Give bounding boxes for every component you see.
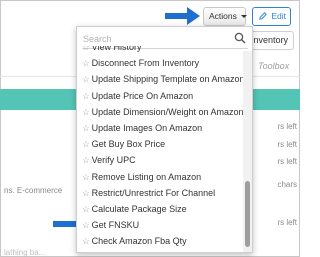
menu-item-label: View History	[91, 46, 142, 52]
actions-dropdown-button[interactable]: Actions	[203, 7, 248, 26]
chars-left-text: chars	[277, 180, 297, 189]
description-snippet: ns. E-commerce	[4, 186, 63, 195]
menu-item[interactable]: ☆ Update Price On Amazon	[77, 88, 243, 104]
chars-left-text: rs left	[277, 157, 297, 166]
menu-item[interactable]: ☆ View History	[77, 46, 243, 55]
menu-item[interactable]: ☆ Update Dimension/Weight on Amazon	[77, 104, 243, 120]
menu-item-label: Update Dimension/Weight on Amazon	[91, 106, 243, 117]
menu-item[interactable]: ☆ Get FNSKU	[77, 217, 243, 233]
inventory-button[interactable]: Inventory	[246, 31, 294, 50]
menu-item-label: Update Images On Amazon	[91, 122, 203, 133]
star-icon: ☆	[82, 236, 90, 247]
menu-item[interactable]: ☆ Get Buy Box Price	[77, 136, 243, 152]
actions-menu-list: ☆ View History ☆ Disconnect From Inventory ☆…	[77, 46, 243, 252]
star-icon: ☆	[82, 58, 90, 69]
menu-item-label: Remove Listing on Amazon	[91, 171, 202, 182]
menu-item[interactable]: ☆ Disconnect From Inventory	[77, 55, 243, 71]
search-icon[interactable]	[234, 32, 246, 44]
menu-item[interactable]: ☆ Verify UPC	[77, 152, 243, 168]
pencil-icon	[259, 12, 267, 20]
toolbox-label: Toolbox	[258, 61, 290, 71]
star-icon: ☆	[82, 203, 90, 214]
star-icon: ☆	[82, 122, 90, 133]
menu-item[interactable]: ☆ Check Amazon Fba Qty	[77, 233, 243, 249]
description-snippet: lathing ba...	[4, 248, 46, 257]
dropdown-scrollbar[interactable]	[243, 51, 252, 252]
pointer-arrow-icon	[165, 7, 200, 25]
menu-item-label: Get Buy Box Price	[91, 139, 166, 150]
actions-dropdown-menu: ☆View History☆Disconnect From Inventory☆…	[76, 26, 253, 253]
menu-item[interactable]: ☆ Restrict/Unrestrict For Channel	[77, 185, 243, 201]
chars-left-text: rs left	[277, 218, 297, 227]
menu-item-label: Verify UPC	[91, 155, 136, 166]
edit-button[interactable]: Edit	[252, 7, 291, 26]
star-icon: ☆	[82, 187, 90, 198]
menu-item-label: Disconnect From Inventory	[91, 58, 200, 69]
edit-label: Edit	[271, 11, 287, 21]
star-icon: ☆	[82, 139, 90, 150]
actions-label: Actions	[209, 11, 237, 21]
star-icon: ☆	[82, 74, 90, 85]
star-icon: ☆	[82, 155, 90, 166]
chars-left-text: rs left	[277, 140, 297, 149]
menu-item[interactable]: ☆ Update Images On Amazon	[77, 120, 243, 136]
star-icon: ☆	[82, 220, 90, 231]
search-input[interactable]	[83, 31, 233, 47]
star-icon: ☆	[82, 171, 90, 182]
star-icon: ☆	[82, 90, 90, 101]
menu-item-label: Restrict/Unrestrict For Channel	[91, 187, 216, 198]
chars-left-text: rs left	[277, 122, 297, 131]
menu-item-label: Get FNSKU	[91, 220, 140, 231]
star-icon: ☆	[82, 46, 90, 52]
menu-item[interactable]: ☆ Remove Listing on Amazon	[77, 169, 243, 185]
menu-item-label: Check Amazon Fba Qty	[91, 236, 187, 247]
star-icon: ☆	[82, 106, 90, 117]
menu-item-label: Update Price On Amazon	[91, 90, 194, 101]
menu-item[interactable]: ☆ Calculate Package Size	[77, 201, 243, 217]
scrollbar-thumb[interactable]	[245, 181, 250, 247]
menu-item-label: Update Shipping Template on Amazon	[91, 74, 243, 85]
caret-down-icon	[241, 15, 248, 19]
menu-item-label: Calculate Package Size	[91, 203, 187, 214]
menu-item[interactable]: ☆ Update Shipping Template on Amazon	[77, 71, 243, 87]
